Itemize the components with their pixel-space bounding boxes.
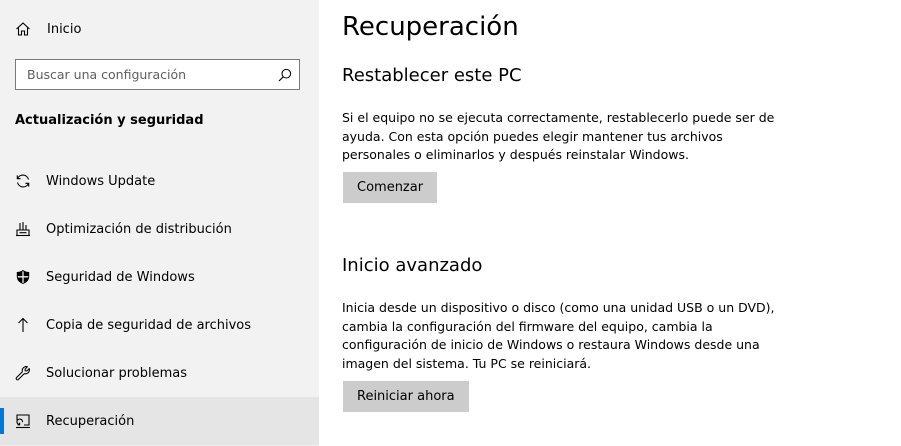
start-reset-button[interactable]: Comenzar xyxy=(343,172,438,203)
sidebar-item-troubleshoot[interactable]: Solucionar problemas xyxy=(0,349,319,397)
settings-window: Inicio Actualización y seguridad xyxy=(0,0,901,446)
search-icon[interactable] xyxy=(278,67,292,82)
sidebar-item-label: Seguridad de Windows xyxy=(46,269,195,285)
upload-arrow-icon xyxy=(15,317,31,333)
reset-heading: Restablecer este PC xyxy=(342,65,522,86)
section-title: Actualización y seguridad xyxy=(15,113,204,128)
sidebar-item-windows-security[interactable]: Seguridad de Windows xyxy=(0,253,319,301)
home-icon xyxy=(15,21,31,37)
reset-description: Si el equipo no se ejecuta correctamente… xyxy=(342,110,775,162)
page-title: Recuperación xyxy=(342,12,519,42)
sidebar-item-windows-update[interactable]: Windows Update xyxy=(0,157,319,205)
home-label: Inicio xyxy=(47,21,82,37)
sidebar: Inicio Actualización y seguridad xyxy=(0,0,319,446)
restart-now-button[interactable]: Reiniciar ahora xyxy=(343,381,469,412)
sync-icon xyxy=(15,173,31,189)
sidebar-item-recovery[interactable]: Recuperación xyxy=(0,397,319,445)
advanced-startup-description: Inicia desde un dispositivo o disco (com… xyxy=(342,300,775,371)
search-input[interactable] xyxy=(16,60,277,89)
sidebar-item-label: Windows Update xyxy=(46,173,156,189)
sidebar-item-delivery-optimization[interactable]: Optimización de distribución xyxy=(0,205,319,253)
sidebar-item-label: Copia de seguridad de archivos xyxy=(46,317,252,333)
search-box[interactable] xyxy=(15,59,300,90)
sidebar-item-file-backup[interactable]: Copia de seguridad de archivos xyxy=(0,301,319,349)
sidebar-item-label: Recuperación xyxy=(46,413,135,429)
wrench-icon xyxy=(15,365,31,381)
recovery-icon xyxy=(15,413,31,429)
sidebar-item-label: Solucionar problemas xyxy=(46,365,187,381)
shield-icon xyxy=(15,269,31,285)
advanced-startup-heading: Inicio avanzado xyxy=(342,255,483,276)
home-link[interactable]: Inicio xyxy=(15,18,81,40)
active-indicator xyxy=(0,408,4,434)
sidebar-item-label: Optimización de distribución xyxy=(46,221,232,237)
delivery-optimization-icon xyxy=(15,221,31,237)
